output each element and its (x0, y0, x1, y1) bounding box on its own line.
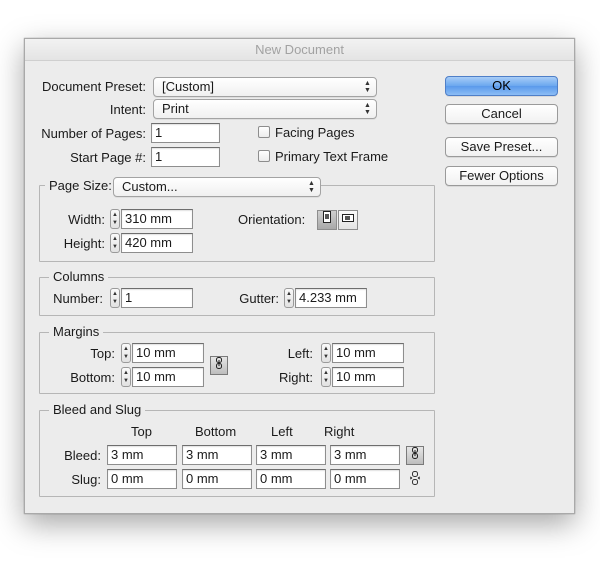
margin-top-stepper[interactable]: ▲ ▼ (121, 343, 131, 363)
save-preset-button[interactable]: Save Preset... (445, 137, 558, 157)
bleed-header-top: Top (131, 424, 152, 439)
width-input[interactable]: 310 mm (121, 209, 193, 229)
height-stepper[interactable]: ▲ ▼ (110, 233, 120, 253)
width-stepper[interactable]: ▲ ▼ (110, 209, 120, 229)
margin-top-label: Top: (90, 346, 115, 361)
number-of-pages-label: Number of Pages: (41, 126, 146, 141)
chain-link-icon[interactable] (406, 446, 424, 465)
document-preset-label: Document Preset: (41, 79, 146, 94)
page-size-label: Page Size: (45, 178, 116, 194)
height-label: Height: (63, 236, 105, 251)
slug-label: Slug: (71, 472, 101, 487)
cancel-button[interactable]: Cancel (445, 104, 558, 124)
margin-bottom-input[interactable]: 10 mm (132, 367, 204, 387)
start-page-label: Start Page #: (70, 150, 146, 165)
chain-glyph (412, 447, 418, 459)
bleed-slug-title: Bleed and Slug (49, 402, 146, 418)
bleed-top-input[interactable]: 3 mm (107, 445, 177, 465)
landscape-glyph (342, 214, 354, 222)
select-arrows-icon: ▲ ▼ (364, 80, 371, 94)
window-title: New Document (25, 39, 574, 61)
bleed-bottom-input[interactable]: 3 mm (182, 445, 252, 465)
intent-label: Intent: (109, 102, 146, 117)
number-of-pages-input[interactable]: 1 (151, 123, 220, 143)
columns-title: Columns (49, 269, 109, 285)
chain-link-icon[interactable] (210, 356, 228, 375)
page-size-value: Custom... (122, 179, 178, 194)
margin-right-stepper[interactable]: ▲ ▼ (321, 367, 331, 387)
intent-value: Print (162, 101, 189, 116)
select-arrows-icon: ▲ ▼ (364, 102, 371, 116)
margin-bottom-stepper[interactable]: ▲ ▼ (121, 367, 131, 387)
facing-pages-label: Facing Pages (275, 125, 355, 140)
new-document-dialog: New Document Document Preset: [Custom] ▲… (24, 38, 575, 514)
facing-pages-checkbox[interactable] (258, 126, 270, 138)
document-preset-value: [Custom] (162, 79, 215, 94)
margin-right-label: Right: (279, 370, 313, 385)
broken-chain-glyph (409, 471, 421, 485)
bleed-right-input[interactable]: 3 mm (330, 445, 400, 465)
slug-top-input[interactable]: 0 mm (107, 469, 177, 489)
gutter-input[interactable]: 4.233 mm (295, 288, 367, 308)
primary-text-frame-label: Primary Text Frame (275, 149, 389, 164)
slug-right-input[interactable]: 0 mm (330, 469, 400, 489)
fewer-options-button[interactable]: Fewer Options (445, 166, 558, 186)
columns-number-label: Number: (53, 291, 103, 306)
broken-chain-link-icon[interactable] (406, 470, 424, 489)
intent-select[interactable]: Print ▲ ▼ (153, 99, 377, 119)
bleed-header-left: Left (271, 424, 293, 439)
columns-number-stepper[interactable]: ▲ ▼ (110, 288, 120, 308)
landscape-orientation-icon[interactable] (338, 210, 358, 230)
slug-left-input[interactable]: 0 mm (256, 469, 326, 489)
portrait-orientation-icon[interactable] (317, 210, 337, 230)
margins-title: Margins (49, 324, 104, 340)
start-page-input[interactable]: 1 (151, 147, 220, 167)
bleed-header-bottom: Bottom (195, 424, 237, 439)
gutter-label: Gutter: (239, 291, 279, 306)
margin-left-label: Left: (287, 346, 313, 361)
portrait-glyph (323, 211, 331, 223)
document-preset-select[interactable]: [Custom] ▲ ▼ (153, 77, 377, 97)
bleed-label: Bleed: (64, 448, 101, 463)
margin-bottom-label: Bottom: (70, 370, 115, 385)
orientation-label: Orientation: (238, 212, 306, 227)
primary-text-frame-checkbox[interactable] (258, 150, 270, 162)
width-label: Width: (68, 212, 105, 227)
slug-bottom-input[interactable]: 0 mm (182, 469, 252, 489)
ok-button[interactable]: OK (445, 76, 558, 96)
margin-left-stepper[interactable]: ▲ ▼ (321, 343, 331, 363)
gutter-stepper[interactable]: ▲ ▼ (284, 288, 294, 308)
margin-right-input[interactable]: 10 mm (332, 367, 404, 387)
bleed-header-right: Right (324, 424, 355, 439)
height-input[interactable]: 420 mm (121, 233, 193, 253)
margin-top-input[interactable]: 10 mm (132, 343, 204, 363)
columns-number-input[interactable]: 1 (121, 288, 193, 308)
margin-left-input[interactable]: 10 mm (332, 343, 404, 363)
select-arrows-icon: ▲ ▼ (308, 180, 315, 194)
bleed-left-input[interactable]: 3 mm (256, 445, 326, 465)
page-size-select[interactable]: Custom... ▲ ▼ (113, 177, 321, 197)
chain-glyph (216, 357, 222, 369)
